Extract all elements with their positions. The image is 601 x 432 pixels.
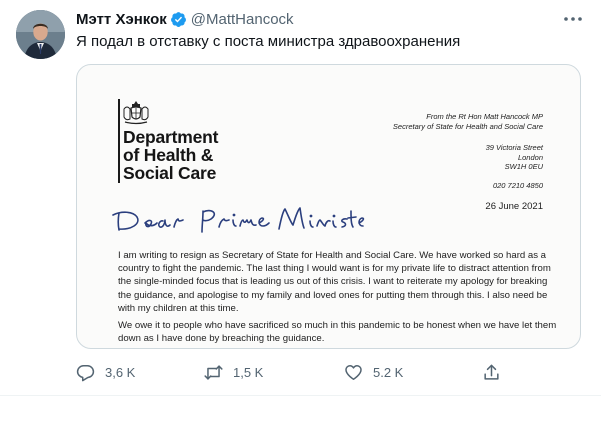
reply-icon — [76, 363, 95, 382]
tweet-actions: 3,6 K 1,5 K 5.2 K — [76, 358, 516, 386]
tweet-media-image[interactable]: Department of Health & Social Care From … — [76, 64, 581, 349]
tweet-header: Мэтт Хэнкок @MattHancock — [76, 10, 294, 28]
more-options-icon[interactable] — [562, 10, 584, 28]
verified-badge-icon — [170, 11, 187, 28]
reply-button[interactable]: 3,6 K — [76, 358, 135, 386]
address-city: London — [517, 152, 543, 162]
address-postcode: SW1H 0EU — [504, 162, 543, 171]
letter-paragraph-1: I am writing to resign as Secretary of S… — [118, 250, 551, 314]
tweet-divider — [0, 395, 601, 396]
department-line-3: Social Care — [123, 163, 217, 183]
avatar[interactable] — [16, 10, 65, 59]
letter-from-block: From the Rt Hon Matt Hancock MP Secretar… — [393, 112, 543, 131]
letter-date: 26 June 2021 — [485, 201, 543, 212]
like-count: 5.2 K — [373, 364, 404, 380]
resignation-letter: Department of Health & Social Care From … — [77, 65, 580, 348]
heart-icon — [344, 363, 363, 382]
department-logo-bar — [118, 99, 120, 183]
letter-address: 39 Victoria Street London SW1H 0EU — [486, 143, 543, 172]
share-button[interactable] — [482, 358, 501, 386]
tweet-text: Я подал в отставку с поста министра здра… — [76, 33, 461, 50]
like-button[interactable]: 5.2 K — [344, 358, 403, 386]
from-name: From the Rt Hon Matt Hancock MP — [426, 112, 543, 121]
reply-count: 3,6 K — [105, 364, 136, 380]
address-street: 39 Victoria Street — [485, 143, 543, 152]
letter-paragraph-2: We owe it to people who have sacrificed … — [118, 320, 557, 345]
royal-crest-icon — [123, 101, 149, 125]
department-line-1: Department — [123, 127, 219, 147]
department-name: Department of Health & Social Care — [123, 128, 218, 182]
author-handle[interactable]: @MattHancock — [191, 11, 294, 28]
letter-phone: 020 7210 4850 — [492, 181, 543, 190]
retweet-icon — [204, 363, 223, 382]
retweet-button[interactable]: 1,5 K — [204, 358, 263, 386]
author-display-name[interactable]: Мэтт Хэнкок — [76, 11, 167, 28]
retweet-count: 1,5 K — [233, 364, 264, 380]
share-icon — [482, 363, 501, 382]
from-title: Secretary of State for Health and Social… — [392, 121, 543, 131]
tweet: Мэтт Хэнкок @MattHancock Я подал в отста… — [0, 0, 601, 432]
handwritten-salutation — [112, 207, 365, 233]
department-line-2: of Health & — [123, 145, 214, 165]
